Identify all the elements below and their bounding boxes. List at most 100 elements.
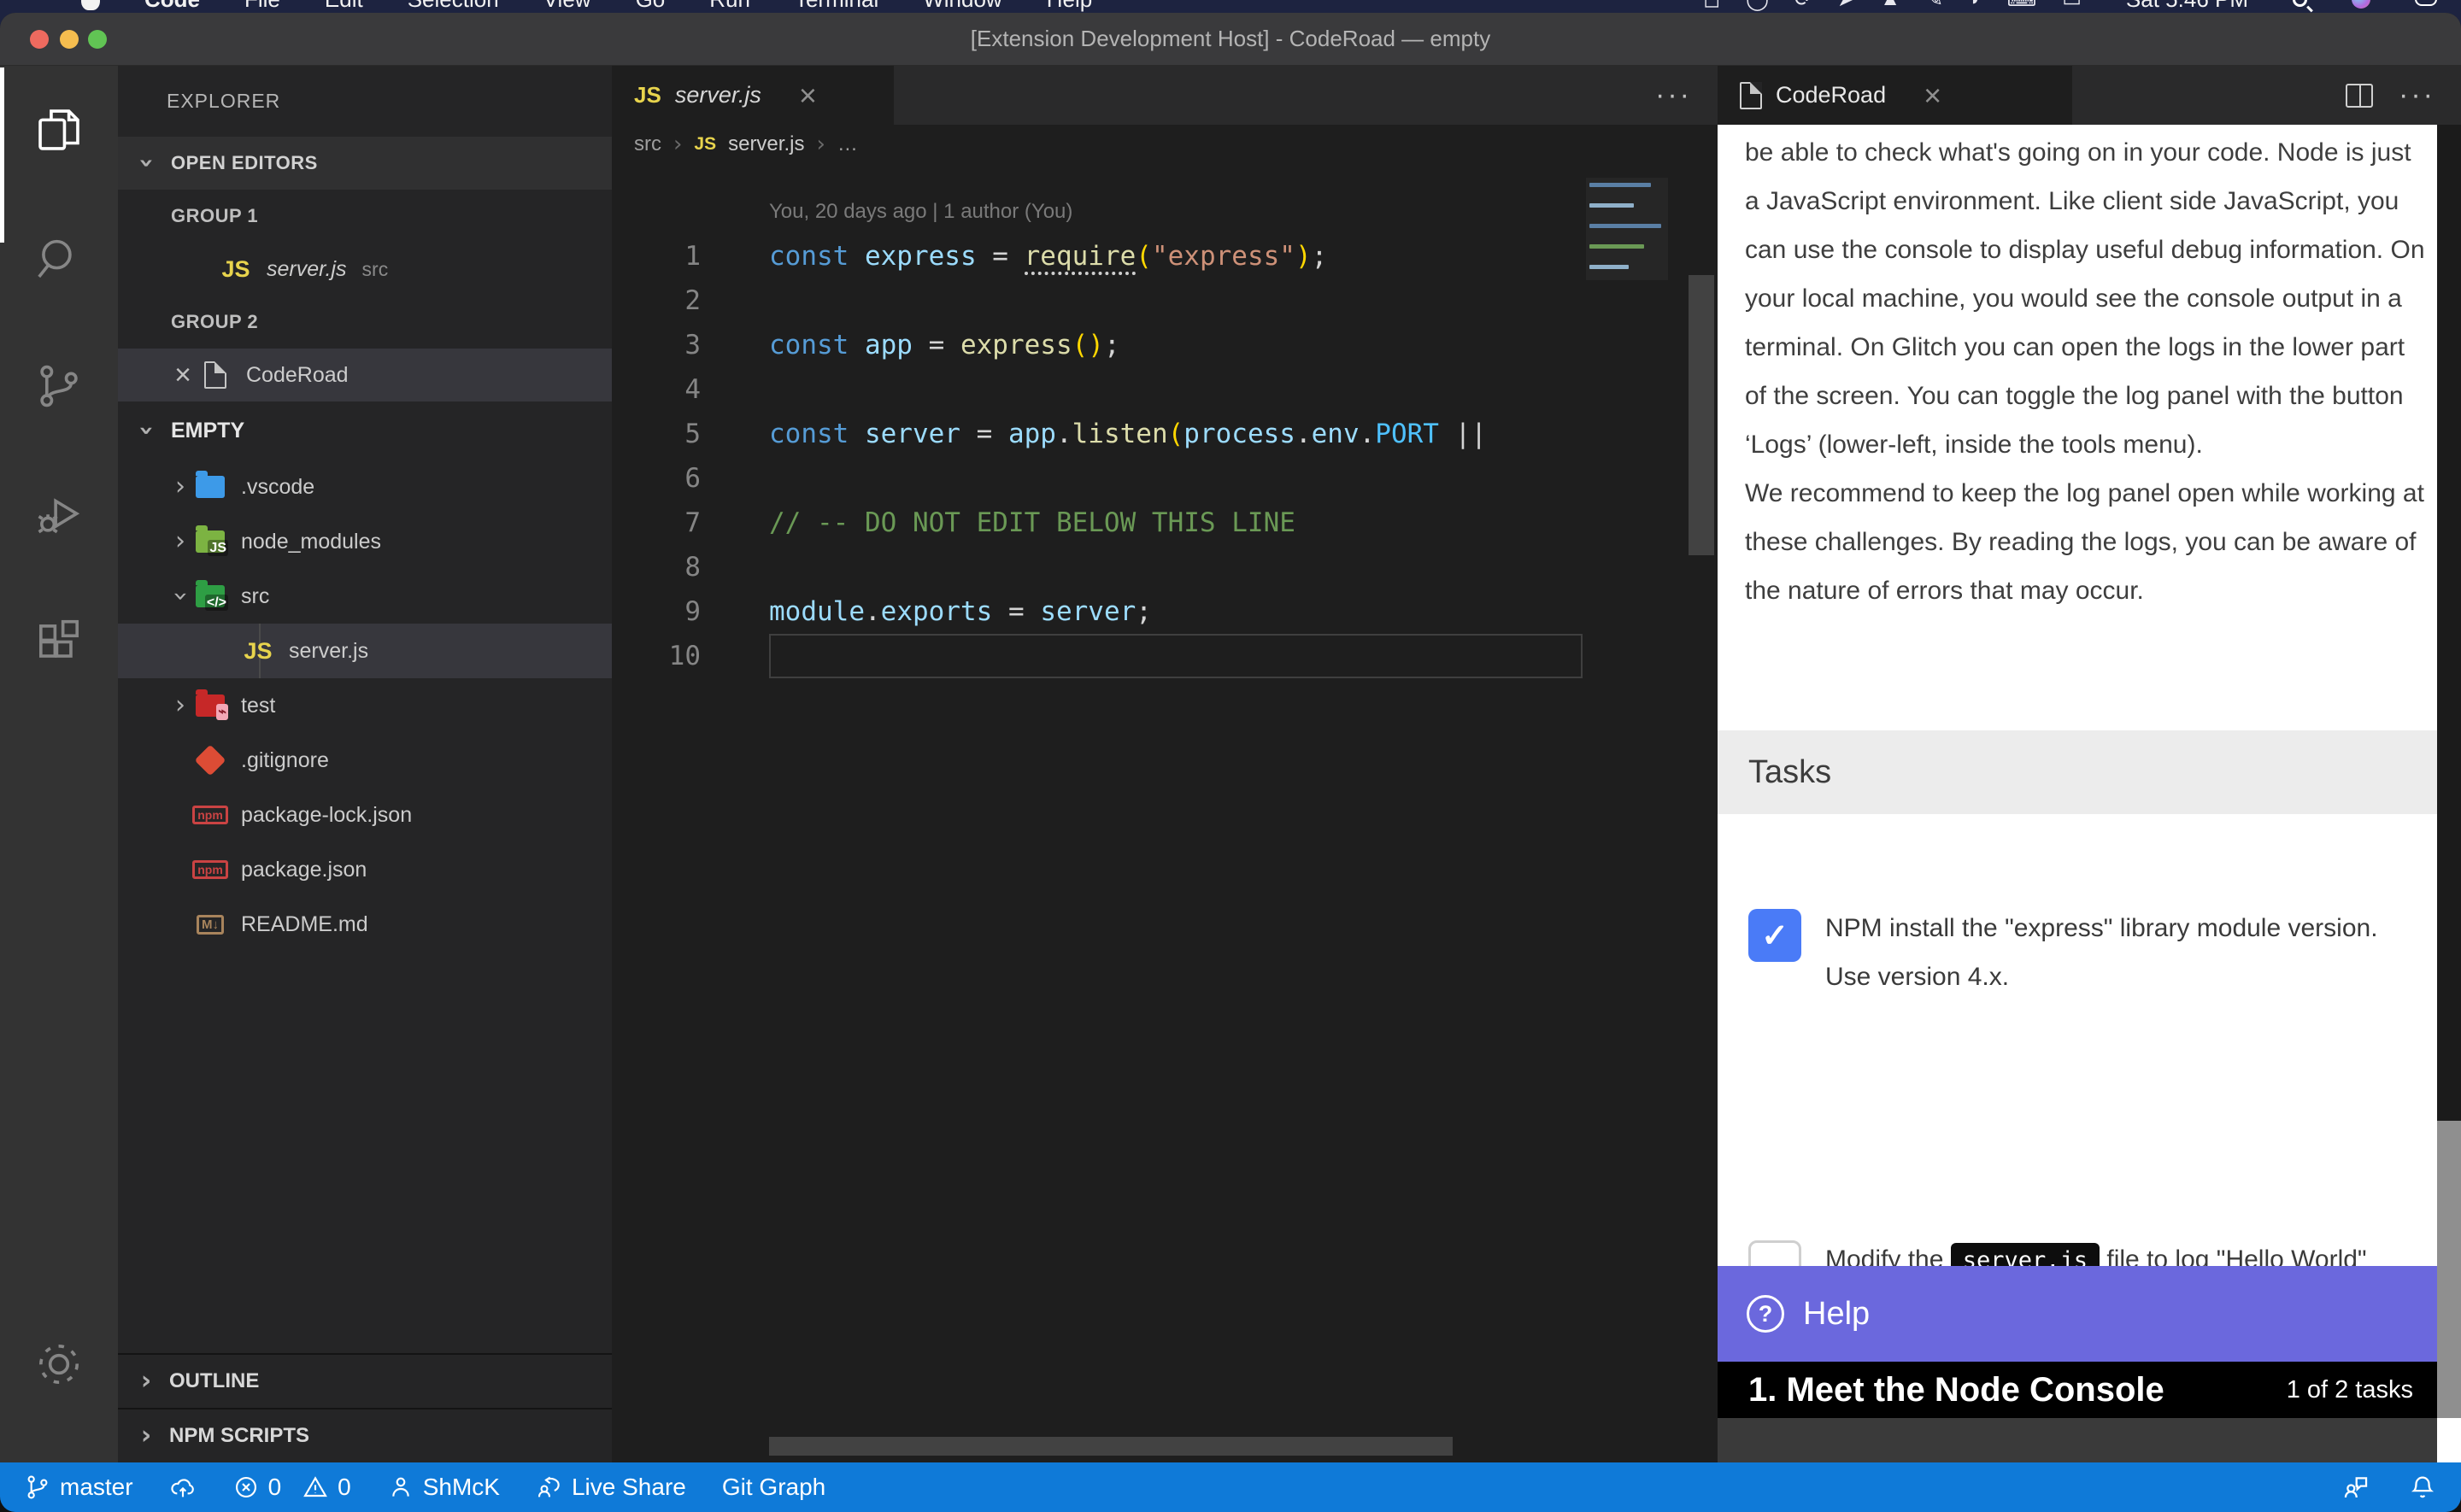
outline-section-header[interactable]: › OUTLINE <box>118 1353 612 1408</box>
menu-run[interactable]: Run <box>709 0 750 13</box>
webview-file-icon <box>200 360 231 390</box>
feedback-icon[interactable] <box>2341 1473 2370 1502</box>
apple-icon[interactable] <box>81 0 100 10</box>
sync-status[interactable] <box>169 1474 197 1501</box>
menu-code[interactable]: Code <box>144 0 200 13</box>
task-item-1: ✓ NPM install the "express" library modu… <box>1748 904 2379 1001</box>
explorer-icon[interactable] <box>0 66 118 194</box>
manage-gear-icon[interactable] <box>0 1300 118 1428</box>
folder-section-header[interactable]: › EMPTY <box>118 401 612 460</box>
open-editor-coderoad[interactable]: × CodeRoad <box>118 349 612 401</box>
menubar-extra-icon-8[interactable]: ⌨ <box>2007 0 2037 12</box>
macos-menu-bar: Code File Edit Selection View Go Run Ter… <box>0 0 2461 13</box>
npm-scripts-section-header[interactable]: › NPM SCRIPTS <box>118 1408 612 1462</box>
tree-item-readme[interactable]: M↓ README.md <box>118 897 612 952</box>
git-branch-status[interactable]: master <box>24 1474 133 1501</box>
chevron-right-icon: › <box>166 474 195 500</box>
tree-item-vscode[interactable]: › .vscode <box>118 460 612 514</box>
siri-icon[interactable] <box>2352 0 2370 9</box>
git-graph-status[interactable]: Git Graph <box>722 1474 825 1501</box>
panel-more-actions-icon[interactable]: ··· <box>2399 79 2435 112</box>
open-editor-server-js[interactable]: JS server.js src <box>118 243 612 296</box>
menu-window[interactable]: Window <box>923 0 1001 13</box>
menu-terminal[interactable]: Terminal <box>795 0 878 13</box>
code-line-8 <box>769 545 1589 589</box>
close-icon[interactable]: × <box>799 80 817 111</box>
window-close-button[interactable] <box>30 30 49 49</box>
explorer-sidebar: EXPLORER › OPEN EDITORS GROUP 1 JS serve… <box>118 66 612 1462</box>
tree-item-node-modules[interactable]: › JS node_modules <box>118 514 612 569</box>
active-view-indicator <box>0 67 4 243</box>
code-line-3: const app = express(); <box>769 323 1589 367</box>
breadcrumb-symbol[interactable]: … <box>837 132 858 156</box>
spotlight-search-icon[interactable] <box>2293 0 2307 7</box>
webview-scrollbar-track[interactable] <box>2437 1121 2461 1418</box>
editor-group-2-label: GROUP 2 <box>118 296 612 349</box>
menubar-extra-icon-6[interactable]: ✎ <box>1926 0 1943 12</box>
problems-status[interactable]: 0 0 <box>232 1474 351 1501</box>
tree-item-server-js[interactable]: JS server.js <box>118 624 612 678</box>
file-path-detail: src <box>362 258 389 281</box>
window-minimize-button[interactable] <box>60 30 79 49</box>
source-control-icon[interactable] <box>0 322 118 450</box>
notifications-bell-icon[interactable] <box>2408 1473 2437 1502</box>
tree-item-src[interactable]: › </> src <box>118 569 612 624</box>
menubar-extra-icon-5[interactable]: ▲ <box>1880 0 1900 12</box>
tab-coderoad[interactable]: CodeRoad × <box>1718 66 2072 125</box>
extensions-icon[interactable] <box>0 578 118 706</box>
lesson-progress-badge: 1 of 2 tasks <box>2287 1376 2413 1404</box>
chevron-down-icon: › <box>133 149 159 178</box>
line-number-gutter: 1 2 3 4 5 6 7 8 9 10 <box>612 190 701 678</box>
menu-file[interactable]: File <box>244 0 280 13</box>
menu-help[interactable]: Help <box>1047 0 1092 13</box>
menubar-extra-icon-1[interactable]: ◻ <box>1703 0 1720 12</box>
coderoad-panel: CodeRoad × ··· be able to check what's g… <box>1718 66 2461 1462</box>
breadcrumb-file[interactable]: server.js <box>728 132 804 156</box>
window-zoom-button[interactable] <box>88 30 107 49</box>
tree-item-test[interactable]: › ⌁ test <box>118 678 612 733</box>
split-editor-icon[interactable] <box>2346 84 2373 108</box>
code-editor[interactable]: 1 2 3 4 5 6 7 8 9 10 You, 20 days ago | … <box>612 164 1718 1462</box>
js-file-icon: JS <box>220 254 251 284</box>
editor-vertical-scrollbar[interactable] <box>1689 275 1714 555</box>
tree-item-gitignore[interactable]: .gitignore <box>118 733 612 788</box>
tree-item-package-json[interactable]: npm package.json <box>118 842 612 897</box>
close-icon[interactable]: × <box>1924 80 1941 111</box>
webview-scrollbar-thumb[interactable] <box>2437 125 2461 1121</box>
control-center-icon[interactable] <box>2415 0 2437 6</box>
sidebar-title: EXPLORER <box>118 66 612 137</box>
help-accordion[interactable]: ? Help <box>1718 1266 2437 1362</box>
menubar-clock[interactable]: Sat 5:46 PM <box>2126 0 2248 13</box>
code-line-7: // -- DO NOT EDIT BELOW THIS LINE <box>769 501 1589 545</box>
editor-horizontal-scrollbar[interactable] <box>769 1437 1453 1456</box>
tab-server-js[interactable]: JS server.js × <box>612 66 894 125</box>
editor-more-actions-icon[interactable]: ··· <box>1655 79 1692 112</box>
menubar-extra-icon-4[interactable]: ➤ <box>1837 0 1854 12</box>
coderoad-webview: be able to check what's going on in your… <box>1718 125 2461 1462</box>
task-1-checkbox-checked[interactable]: ✓ <box>1748 909 1801 962</box>
menu-edit[interactable]: Edit <box>325 0 363 13</box>
breadcrumb: src › JS server.js › … <box>612 125 1718 164</box>
account-status[interactable]: ShMcK <box>387 1474 500 1501</box>
menubar-extra-icon-9[interactable]: ▭ <box>2062 0 2082 12</box>
npm-file-icon: npm <box>195 854 226 885</box>
close-icon[interactable]: × <box>166 360 200 390</box>
breadcrumb-folder[interactable]: src <box>634 132 661 156</box>
menubar-extra-icon-3[interactable]: ⟳ <box>1794 0 1812 12</box>
menu-view[interactable]: View <box>543 0 591 13</box>
task-1-text: NPM install the "express" library module… <box>1825 904 2379 1001</box>
menubar-extra-icon-2[interactable]: ◯ <box>1746 0 1769 12</box>
activity-bar <box>0 66 118 1462</box>
chevron-right-icon: › <box>816 132 825 157</box>
lesson-footer[interactable]: 1. Meet the Node Console 1 of 2 tasks <box>1718 1362 2437 1418</box>
run-and-debug-icon[interactable] <box>0 450 118 578</box>
tree-item-package-lock[interactable]: npm package-lock.json <box>118 788 612 842</box>
search-icon[interactable] <box>0 194 118 322</box>
menubar-extra-icon-7[interactable]: ◗ <box>1969 0 1982 12</box>
menu-selection[interactable]: Selection <box>408 0 499 13</box>
live-share-status[interactable]: Live Share <box>536 1474 686 1501</box>
open-editors-header[interactable]: › OPEN EDITORS <box>118 137 612 190</box>
menu-go[interactable]: Go <box>636 0 666 13</box>
chevron-right-icon: › <box>673 132 682 157</box>
minimap[interactable] <box>1586 178 1668 280</box>
